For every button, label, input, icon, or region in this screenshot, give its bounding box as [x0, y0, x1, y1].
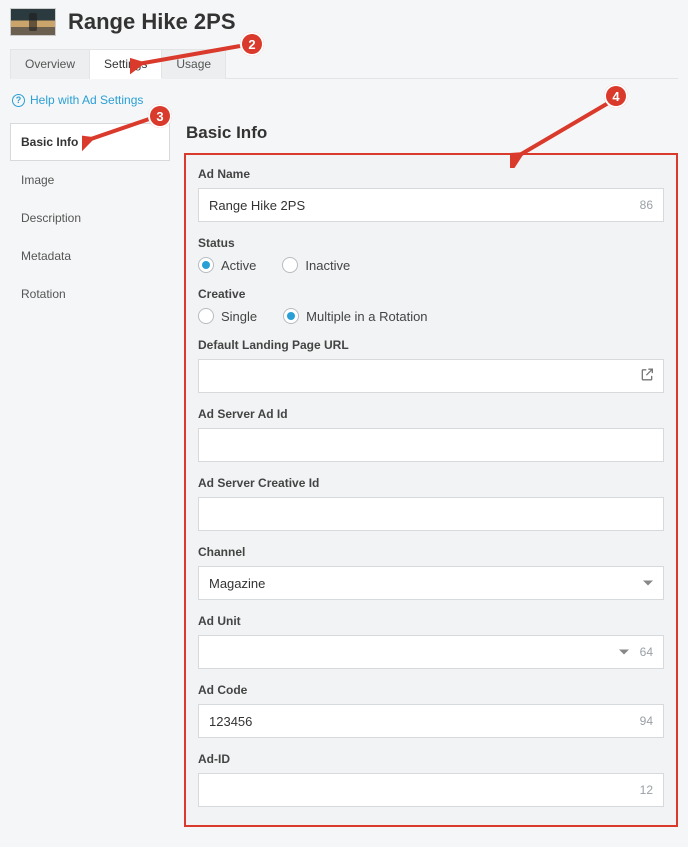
status-radio-inactive[interactable]: Inactive [282, 257, 350, 273]
channel-value[interactable] [199, 567, 663, 599]
sidebar-item-basic-info[interactable]: Basic Info [10, 123, 170, 161]
section-title: Basic Info [184, 123, 678, 153]
ad-unit-select[interactable]: 64 [198, 635, 664, 669]
creative-option-single: Single [221, 309, 257, 324]
sidebar-item-image[interactable]: Image [10, 161, 170, 199]
radio-dot-icon [198, 308, 214, 324]
status-radio-active[interactable]: Active [198, 257, 256, 273]
ad-id-count: 12 [640, 783, 653, 797]
tab-bar: Overview Settings Usage [10, 48, 678, 79]
help-icon: ? [12, 94, 25, 107]
radio-dot-icon [282, 257, 298, 273]
radio-dot-icon [198, 257, 214, 273]
creative-option-multiple: Multiple in a Rotation [306, 309, 427, 324]
sidebar-item-metadata[interactable]: Metadata [10, 237, 170, 275]
help-link[interactable]: ? Help with Ad Settings [12, 93, 143, 107]
ad-name-count: 86 [640, 198, 653, 212]
ad-unit-label: Ad Unit [198, 614, 664, 628]
basic-info-panel: Ad Name 86 Status Active [184, 153, 678, 827]
ad-id-label: Ad-ID [198, 752, 664, 766]
channel-label: Channel [198, 545, 664, 559]
annotation-2: 2 [240, 32, 264, 56]
ad-server-cr-input[interactable] [199, 498, 663, 530]
creative-label: Creative [198, 287, 664, 301]
creative-radio-single[interactable]: Single [198, 308, 257, 324]
page-title: Range Hike 2PS [68, 9, 236, 35]
status-option-active: Active [221, 258, 256, 273]
ad-name-input[interactable] [199, 189, 663, 221]
sidebar-item-description[interactable]: Description [10, 199, 170, 237]
ad-server-cr-label: Ad Server Creative Id [198, 476, 664, 490]
creative-radio-multiple[interactable]: Multiple in a Rotation [283, 308, 427, 324]
status-option-inactive: Inactive [305, 258, 350, 273]
sidebar-item-rotation[interactable]: Rotation [10, 275, 170, 313]
settings-sidebar: Basic Info Image Description Metadata Ro… [10, 123, 170, 827]
annotation-3: 3 [148, 104, 172, 128]
chevron-down-icon [643, 581, 653, 586]
tab-settings[interactable]: Settings [90, 49, 162, 79]
landing-url-label: Default Landing Page URL [198, 338, 664, 352]
external-link-icon[interactable] [639, 367, 655, 386]
ad-code-count: 94 [640, 714, 653, 728]
help-link-label: Help with Ad Settings [30, 93, 143, 107]
annotation-4: 4 [604, 84, 628, 108]
tab-overview[interactable]: Overview [10, 49, 90, 79]
landing-url-input[interactable] [199, 360, 663, 392]
chevron-down-icon [619, 650, 629, 655]
ad-unit-count: 64 [640, 645, 653, 659]
radio-dot-icon [283, 308, 299, 324]
status-label: Status [198, 236, 664, 250]
ad-id-input[interactable] [199, 774, 663, 806]
ad-unit-value[interactable] [199, 636, 663, 668]
ad-code-label: Ad Code [198, 683, 664, 697]
ad-thumbnail [10, 8, 56, 36]
ad-server-ad-input[interactable] [199, 429, 663, 461]
ad-code-input[interactable] [199, 705, 663, 737]
ad-server-ad-label: Ad Server Ad Id [198, 407, 664, 421]
ad-name-label: Ad Name [198, 167, 664, 181]
tab-usage[interactable]: Usage [162, 49, 226, 79]
channel-select[interactable] [198, 566, 664, 600]
